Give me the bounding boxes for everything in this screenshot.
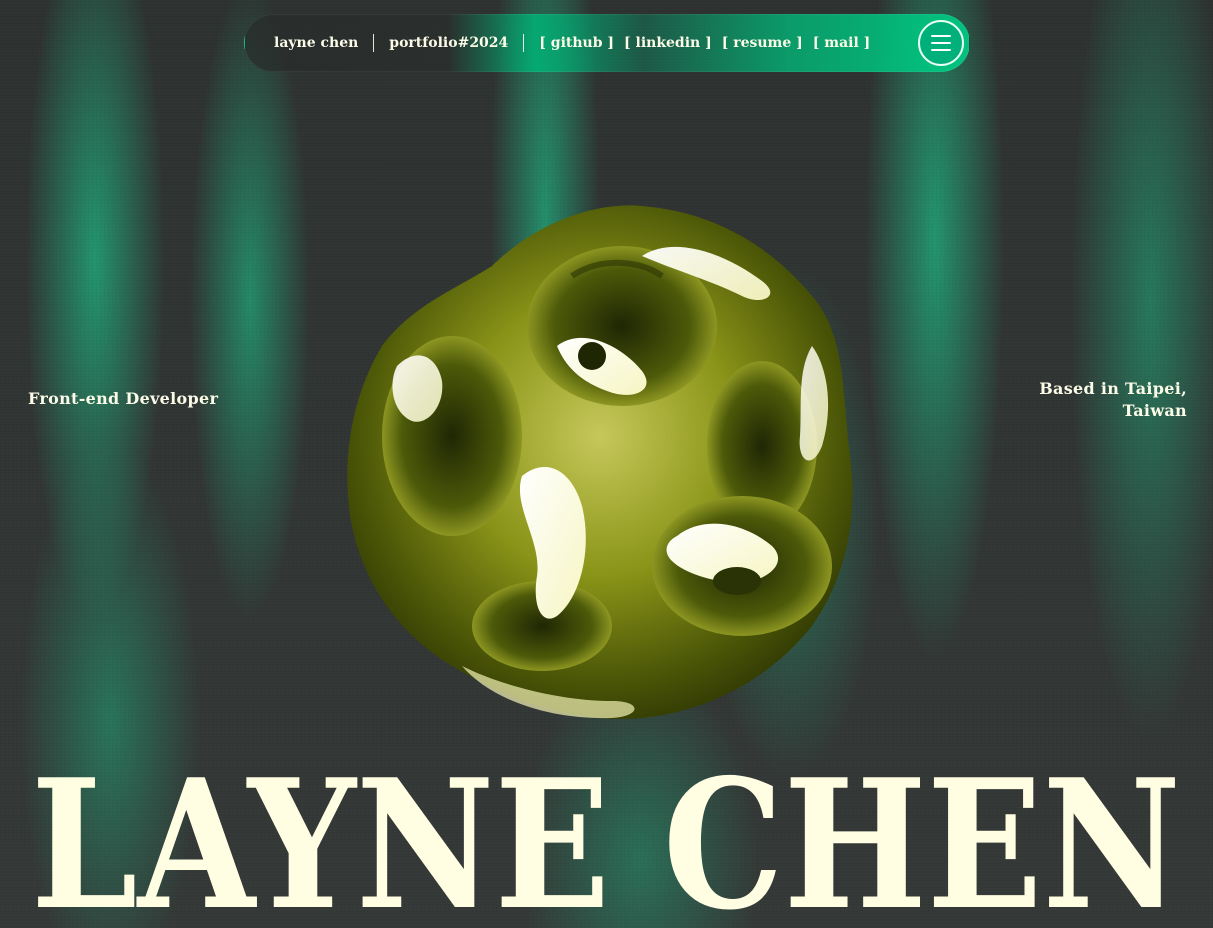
nav-links: [ github ] [ linkedin ] [ resume ] [ mai… [539, 35, 870, 51]
location-line-1: Based in Taipei, [1039, 379, 1187, 398]
top-navigation-bar: layne chen portfolio#2024 [ github ] [ l… [244, 14, 970, 72]
github-link[interactable]: [ github ] [539, 35, 614, 51]
chrome-blob-3d-object [347, 205, 853, 719]
resume-link[interactable]: [ resume ] [722, 35, 803, 51]
nav-divider [373, 34, 375, 52]
nav-divider [523, 34, 525, 52]
hero-title-svg: LAYNE CHEN [31, 740, 1181, 920]
nav-portfolio-label: portfolio#2024 [389, 35, 509, 51]
hamburger-menu-button[interactable] [918, 20, 964, 66]
hamburger-menu-icon [931, 42, 951, 44]
linkedin-link[interactable]: [ linkedin ] [624, 35, 712, 51]
role-text: Front-end Developer [28, 389, 219, 408]
location-line-2: Taiwan [1122, 401, 1187, 420]
hero-title: LAYNE CHEN [31, 740, 1181, 920]
hamburger-menu-icon [931, 35, 951, 37]
nav-name-link[interactable]: layne chen [274, 35, 358, 51]
location-text: Based in Taipei, Taiwan [987, 378, 1187, 422]
hamburger-menu-icon [931, 49, 951, 51]
mail-link[interactable]: [ mail ] [813, 35, 871, 51]
